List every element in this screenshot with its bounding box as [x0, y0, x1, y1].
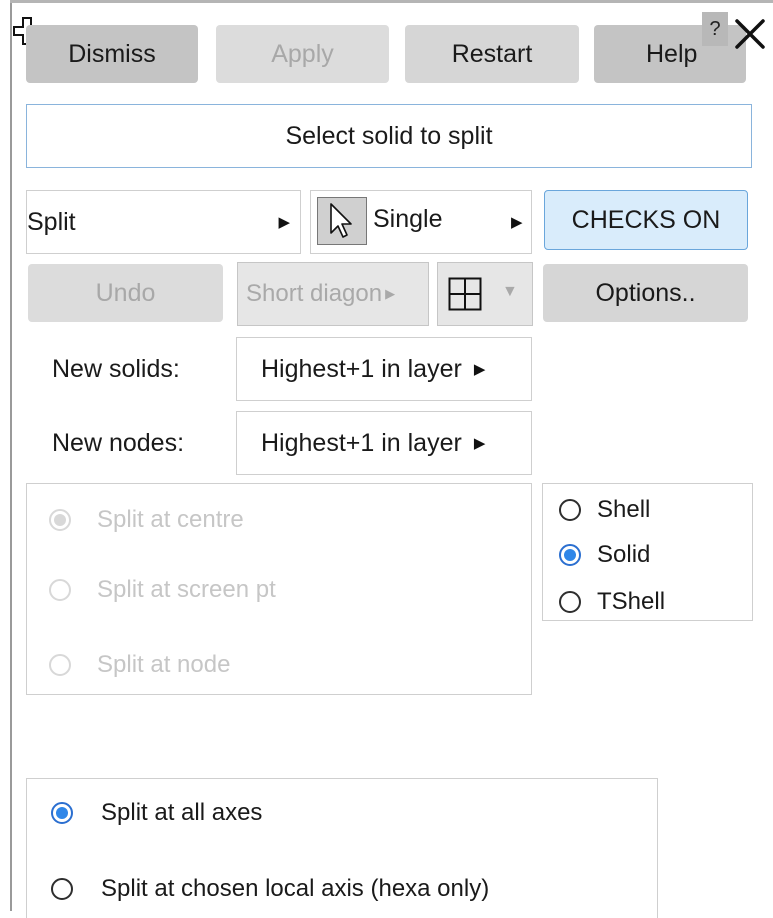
radio-button[interactable]	[49, 509, 71, 531]
radio-button[interactable]	[559, 544, 581, 566]
apply-button[interactable]: Apply	[216, 25, 389, 83]
window-left-border	[10, 0, 12, 911]
radio-button[interactable]	[559, 591, 581, 613]
help-query-icon[interactable]: ?	[702, 12, 728, 46]
split-mode-label: Split	[27, 207, 76, 236]
new-nodes-value: Highest+1 in layer	[261, 428, 462, 457]
split-all-axes-option[interactable]: Split at all axes	[51, 799, 262, 827]
radio-button[interactable]	[51, 878, 73, 900]
option-label: Split at all axes	[101, 799, 263, 826]
option-label: Split at centre	[97, 506, 244, 533]
checks-on-button[interactable]: CHECKS ON	[544, 190, 748, 250]
menu-arrow-icon: ▶	[511, 214, 523, 231]
split-at-screen-pt-option[interactable]: Split at screen pt	[49, 576, 276, 604]
pick-mode-label: Single	[373, 205, 443, 233]
element-type-group: Shell Solid TShell	[542, 483, 753, 621]
new-nodes-label: New nodes:	[52, 428, 185, 457]
new-solids-menu[interactable]: Highest+1 in layer ▶	[236, 337, 532, 401]
option-label: Split at node	[97, 651, 231, 678]
menu-arrow-icon: ▶	[278, 214, 290, 231]
option-label: Split at screen pt	[97, 576, 276, 603]
new-solids-value: Highest+1 in layer	[261, 354, 462, 383]
split-mode-menu[interactable]: Split ▶	[26, 190, 301, 254]
menu-arrow-icon: ▶	[473, 361, 486, 378]
chevron-down-icon: ▼	[502, 283, 518, 300]
new-solids-label: New solids:	[52, 354, 180, 383]
radio-button[interactable]	[51, 802, 73, 824]
close-icon[interactable]	[730, 14, 770, 54]
split-local-axis-option[interactable]: Split at chosen local axis (hexa only)	[51, 875, 489, 903]
new-nodes-menu[interactable]: Highest+1 in layer ▶	[236, 411, 532, 475]
prompt-bar: Select solid to split	[26, 104, 752, 168]
options-button[interactable]: Options..	[543, 264, 748, 322]
undo-button[interactable]: Undo	[28, 264, 223, 322]
tshell-option[interactable]: TShell	[559, 588, 665, 616]
radio-button[interactable]	[49, 579, 71, 601]
window-top-border	[10, 0, 773, 3]
grid-pattern-menu[interactable]: ▼	[437, 262, 533, 326]
restart-button[interactable]: Restart	[405, 25, 579, 83]
menu-arrow-icon: ▶	[473, 435, 486, 452]
pick-mode-menu[interactable]: Single ▶	[310, 190, 532, 254]
option-label: TShell	[597, 588, 666, 615]
option-label: Shell	[597, 496, 651, 523]
grid-icon	[448, 277, 482, 311]
axis-options-group: Split at all axes Split at chosen local …	[26, 778, 658, 918]
split-at-node-option[interactable]: Split at node	[49, 651, 230, 679]
dismiss-button[interactable]: Dismiss	[26, 25, 198, 83]
diagonal-menu[interactable]: Short diagon ▶	[237, 262, 429, 326]
pointer-cursor-icon	[317, 197, 367, 245]
option-label: Split at chosen local axis (hexa only)	[101, 875, 490, 902]
shell-option[interactable]: Shell	[559, 496, 650, 524]
menu-arrow-icon: ▶	[385, 286, 396, 301]
radio-button[interactable]	[559, 499, 581, 521]
split-location-group: Split at centre Split at screen pt Split…	[26, 483, 532, 695]
radio-button[interactable]	[49, 654, 71, 676]
diagonal-label: Short diagon	[246, 280, 383, 307]
solid-option[interactable]: Solid	[559, 541, 650, 569]
option-label: Solid	[597, 541, 651, 568]
split-at-centre-option[interactable]: Split at centre	[49, 506, 244, 534]
